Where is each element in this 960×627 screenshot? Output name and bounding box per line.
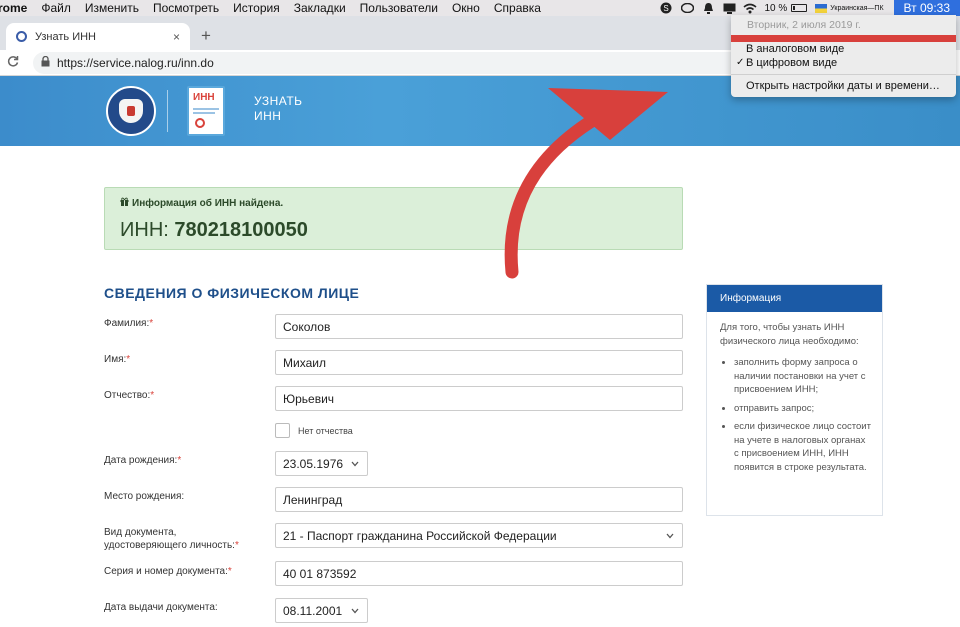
nalog-favicon-icon xyxy=(16,31,27,42)
app-menu-chrome[interactable]: rome xyxy=(0,1,27,15)
birth-place-label: Место рождения: xyxy=(104,491,185,502)
menu-bookmarks[interactable]: Закладки xyxy=(294,1,346,15)
chevron-down-icon xyxy=(351,606,359,616)
header-divider xyxy=(167,90,168,132)
section-title: СВЕДЕНИЯ О ФИЗИЧЕСКОМ ЛИЦЕ xyxy=(104,285,360,301)
browser-tab-active[interactable]: Узнать ИНН × xyxy=(6,23,190,50)
info-panel-title: Информация xyxy=(707,285,882,312)
doc-stamp xyxy=(195,118,205,128)
menu-separator xyxy=(731,74,956,75)
info-panel: Информация Для того, чтобы узнать ИНН фи… xyxy=(706,284,883,516)
inn-document-label: ИНН xyxy=(193,92,215,103)
doc-line xyxy=(193,108,219,110)
birth-date-picker[interactable]: 23.05.1976 xyxy=(275,451,368,476)
info-panel-body: Для того, чтобы узнать ИНН физического л… xyxy=(707,312,882,474)
doc-type-select[interactable]: 21 - Паспорт гражданина Российской Федер… xyxy=(275,523,683,548)
info-list: заполнить форму запроса о наличии постан… xyxy=(720,356,872,474)
url-text[interactable]: https://service.nalog.ru/inn.do xyxy=(57,56,214,70)
menu-view[interactable]: Посмотреть xyxy=(153,1,219,15)
doc-number-input[interactable]: 40 01 873592 xyxy=(275,561,683,586)
tab-title: Узнать ИНН xyxy=(35,30,96,43)
annotation-highlight-bar xyxy=(731,35,956,42)
menu-option-digital[interactable]: В цифровом виде xyxy=(746,57,837,69)
inn-found-alert: Информация об ИНН найдена. ИНН: 78021810… xyxy=(104,187,683,250)
eagle-icon xyxy=(119,99,143,123)
chevron-down-icon xyxy=(351,459,359,469)
inn-document-icon: ИНН xyxy=(187,86,225,136)
lock-icon[interactable] xyxy=(41,55,50,70)
inn-result: ИНН: 780218100050 xyxy=(120,219,308,242)
battery-icon[interactable] xyxy=(791,4,808,12)
current-date-label: Вторник, 2 июля 2019 г. xyxy=(747,19,861,31)
display-icon[interactable] xyxy=(722,2,736,14)
inn-label: ИНН: xyxy=(120,219,175,241)
menu-history[interactable]: История xyxy=(233,1,280,15)
list-item: заполнить форму запроса о наличии постан… xyxy=(734,356,872,397)
name-label: Имя:* xyxy=(104,354,131,365)
wifi-icon[interactable] xyxy=(743,2,757,14)
fns-emblem-logo[interactable] xyxy=(106,86,156,136)
name-input[interactable]: Михаил xyxy=(275,350,683,375)
service-title: УЗНАТЬ ИНН xyxy=(254,94,303,123)
doc-type-label: Вид документа, удостоверяющего личность:* xyxy=(104,527,239,551)
menu-people[interactable]: Пользователи xyxy=(360,1,438,15)
surname-input[interactable]: Соколов xyxy=(275,314,683,339)
surname-label: Фамилия:* xyxy=(104,318,154,329)
no-patronymic-checkbox[interactable] xyxy=(275,423,290,438)
alert-heading-text: Информация об ИНН найдена. xyxy=(132,198,284,209)
address-bar[interactable]: https://service.nalog.ru/inn.do xyxy=(33,51,743,74)
menu-option-analog[interactable]: В аналоговом виде xyxy=(746,43,844,55)
checkmark-icon: ✓ xyxy=(736,57,745,68)
new-tab-button[interactable]: + xyxy=(198,26,214,46)
menu-window[interactable]: Окно xyxy=(452,1,480,15)
tab-close-icon[interactable]: × xyxy=(173,30,180,44)
chevron-down-icon xyxy=(666,531,674,541)
skype-icon[interactable]: S xyxy=(659,2,673,14)
ukraine-flag-icon[interactable] xyxy=(815,3,828,13)
menu-option-open-date-settings[interactable]: Открыть настройки даты и времени… xyxy=(746,80,940,92)
menu-bar-clock[interactable]: Вт 09:33 xyxy=(893,0,960,16)
menu-help[interactable]: Справка xyxy=(494,1,541,15)
birth-place-input[interactable]: Ленинград xyxy=(275,487,683,512)
menu-bar-tray: S 10 % Украинская—ПК Вт 09:33 xyxy=(659,0,960,16)
patronymic-input[interactable]: Юрьевич xyxy=(275,386,683,411)
alert-heading: Информация об ИНН найдена. xyxy=(120,197,283,209)
doc-number-label: Серия и номер документа:* xyxy=(104,566,232,577)
issue-date-picker[interactable]: 08.11.2001 xyxy=(275,598,368,623)
birth-date-label: Дата рождения:* xyxy=(104,455,182,466)
battery-percent[interactable]: 10 % xyxy=(764,3,787,14)
menu-edit[interactable]: Изменить xyxy=(85,1,139,15)
no-patronymic-label[interactable]: Нет отчества xyxy=(298,426,353,436)
bell-icon[interactable] xyxy=(701,2,715,14)
macos-menu-bar: rome Файл Изменить Посмотреть История За… xyxy=(0,0,960,16)
gift-icon xyxy=(120,197,129,208)
info-intro: Для того, чтобы узнать ИНН физического л… xyxy=(720,322,859,347)
list-item: отправить запрос; xyxy=(734,402,872,416)
input-source-label[interactable]: Украинская—ПК xyxy=(830,5,883,12)
creative-cloud-icon[interactable] xyxy=(680,2,694,14)
patronymic-label: Отчество:* xyxy=(104,390,155,401)
clock-dropdown-menu: Вторник, 2 июля 2019 г. В аналоговом вид… xyxy=(731,15,956,97)
menu-file[interactable]: Файл xyxy=(41,1,71,15)
reload-icon[interactable] xyxy=(7,55,21,70)
inn-value: 780218100050 xyxy=(174,219,308,241)
svg-text:S: S xyxy=(664,4,669,13)
list-item: если физическое лицо состоит на учете в … xyxy=(734,420,872,474)
doc-line xyxy=(193,112,215,114)
issue-date-label: Дата выдачи документа: xyxy=(104,602,218,613)
